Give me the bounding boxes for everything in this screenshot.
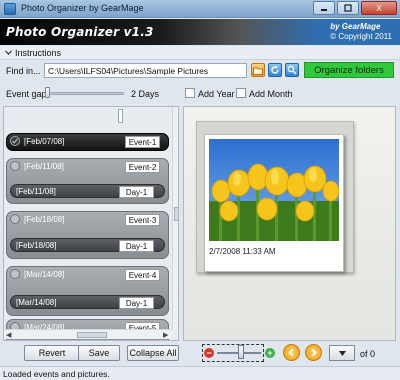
vertical-scrollbar[interactable]	[172, 107, 178, 329]
brand-name: by GearMage	[330, 22, 381, 31]
event-name-field[interactable]: Event-4	[125, 269, 160, 281]
brand-block: by GearMage © Copyright 2011	[330, 22, 392, 42]
event-item[interactable]: [Mar/14/08] Event-4 [Mar/14/08] Day-1	[6, 266, 169, 316]
window-controls: X	[313, 1, 397, 15]
organize-folders-button[interactable]: Organize folders	[304, 62, 394, 78]
event-name-field[interactable]: Event-3	[125, 214, 160, 226]
app-name: Photo Organizer v1.3	[6, 25, 154, 39]
folder-path-input[interactable]	[44, 63, 247, 78]
window-title: Photo Organizer by GearMage	[21, 3, 144, 13]
page-select[interactable]	[329, 345, 355, 361]
scroll-left-icon[interactable]: ◀	[6, 331, 11, 339]
event-gap-label: Event gap	[6, 89, 47, 99]
status-text: Loaded events and pictures.	[3, 369, 110, 379]
save-button[interactable]: Save	[78, 345, 120, 361]
refresh-icon	[271, 65, 279, 74]
copyright-text: © Copyright 2011	[330, 32, 392, 41]
dropdown-arrow-icon	[338, 350, 346, 356]
page-count: of 0	[360, 349, 376, 359]
maximize-button[interactable]	[337, 1, 359, 15]
close-button[interactable]: X	[361, 1, 397, 15]
day-name-field[interactable]: Day-1	[119, 297, 154, 309]
chevron-down-icon	[5, 50, 12, 55]
maximize-icon	[344, 4, 352, 12]
expand-toggle[interactable]	[10, 214, 20, 224]
add-month-checkbox[interactable]	[236, 88, 246, 98]
event-item[interactable]: [Feb/11/08] Event-2 [Feb/11/08] Day-1	[6, 158, 169, 204]
minimize-button[interactable]	[313, 1, 335, 15]
close-icon: X	[376, 3, 382, 13]
zoom-in-button[interactable]: +	[265, 348, 275, 358]
folder-icon	[253, 67, 263, 75]
search-icon	[287, 65, 297, 75]
event-item[interactable]: [Feb/18/08] Event-3 [Feb/18/08] Day-1	[6, 211, 169, 259]
header-banner: Photo Organizer v1.3 by GearMage © Copyr…	[0, 19, 400, 45]
photo-card[interactable]: 2/7/2008 11:33 AM	[204, 134, 344, 272]
day-date: [Feb/18/08]	[16, 241, 57, 250]
photo-thumbnail	[209, 139, 339, 241]
event-gap-slider[interactable]	[46, 92, 124, 95]
day-item[interactable]: [Feb/11/08] Day-1	[10, 184, 165, 198]
add-month-label: Add Month	[249, 89, 293, 99]
find-label: Find in...	[6, 66, 41, 76]
photo-preview-panel: 2/7/2008 11:33 AM	[183, 106, 396, 341]
day-item[interactable]: [Mar/14/08] Day-1	[10, 295, 165, 309]
event-date: [Feb/11/08]	[24, 162, 64, 171]
events-list-panel: [Feb/07/08] Event-1 [Feb/11/08] Event-2 …	[3, 106, 179, 341]
revert-button[interactable]: Revert	[24, 345, 80, 361]
next-button[interactable]	[305, 344, 322, 361]
event-date: [Feb/18/08]	[24, 215, 65, 224]
event-date: [Feb/07/08]	[24, 137, 65, 146]
instructions-expander[interactable]: Instructions	[0, 46, 400, 60]
horizontal-scroll-thumb[interactable]	[77, 332, 107, 338]
refresh-button[interactable]	[268, 63, 282, 77]
photo-stack: 2/7/2008 11:33 AM	[196, 121, 354, 273]
vertical-scroll-thumb[interactable]	[174, 207, 178, 221]
list-top-marker	[118, 109, 123, 123]
event-gap-slider-thumb[interactable]	[45, 87, 50, 98]
expand-toggle[interactable]	[10, 269, 20, 279]
day-date: [Mar/14/08]	[16, 298, 57, 307]
check-icon	[12, 138, 18, 144]
app-icon	[4, 3, 16, 15]
collapse-all-button[interactable]: Collapse All	[127, 345, 179, 361]
status-bar: Loaded events and pictures.	[0, 366, 400, 380]
event-date: [Mar/14/08]	[24, 270, 65, 279]
title-bar: Photo Organizer by GearMage X	[0, 0, 400, 18]
arrow-left-icon	[288, 348, 294, 357]
photo-caption: 2/7/2008 11:33 AM	[209, 247, 276, 256]
expand-toggle[interactable]	[10, 136, 20, 146]
add-year-checkbox[interactable]	[185, 88, 195, 98]
browse-folder-button[interactable]	[251, 63, 265, 77]
day-name-field[interactable]: Day-1	[119, 186, 154, 198]
zoom-out-button[interactable]: −	[204, 348, 214, 358]
event-name-field[interactable]: Event-1	[125, 136, 160, 148]
event-item[interactable]: [Feb/07/08] Event-1	[6, 133, 169, 151]
day-item[interactable]: [Feb/18/08] Day-1	[10, 238, 165, 252]
arrow-right-icon	[311, 348, 317, 357]
previous-button[interactable]	[283, 344, 300, 361]
search-button[interactable]	[285, 63, 299, 77]
event-name-field[interactable]: Event-2	[125, 161, 160, 173]
event-gap-value: 2 Days	[131, 89, 160, 99]
zoom-slider-thumb[interactable]	[238, 345, 244, 359]
tulips-image	[209, 139, 339, 241]
instructions-label: Instructions	[15, 48, 62, 58]
minimize-icon	[321, 9, 327, 11]
expand-toggle[interactable]	[10, 161, 20, 171]
day-name-field[interactable]: Day-1	[119, 240, 154, 252]
horizontal-scrollbar[interactable]: ◀ ▶	[4, 329, 172, 339]
add-year-label: Add Year	[198, 89, 235, 99]
scroll-right-icon[interactable]: ▶	[163, 331, 168, 339]
day-date: [Feb/11/08]	[16, 187, 56, 196]
